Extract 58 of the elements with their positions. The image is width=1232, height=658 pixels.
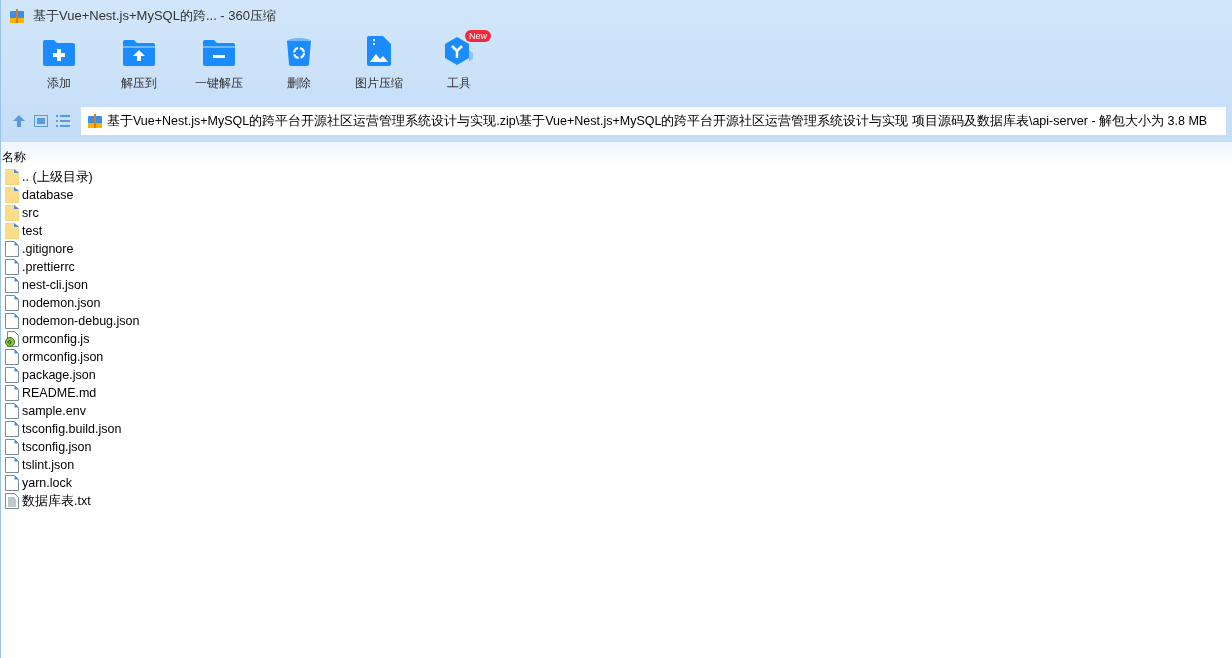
file-row[interactable]: ormconfig.json	[1, 348, 1232, 366]
toolbar-button[interactable]: 解压到	[99, 32, 179, 96]
panel-view-icon[interactable]	[33, 113, 49, 129]
file-row[interactable]: .. (上级目录)	[1, 168, 1232, 186]
folder-icon	[5, 223, 19, 239]
toolbar-button[interactable]: 删除	[259, 32, 339, 96]
file-row[interactable]: test	[1, 222, 1232, 240]
file-icon	[5, 295, 19, 311]
file-row[interactable]: package.json	[1, 366, 1232, 384]
column-header[interactable]: 名称	[1, 148, 26, 166]
folder-upload-icon	[123, 40, 155, 66]
toolbar-button[interactable]: 添加	[19, 32, 99, 96]
file-icon	[5, 313, 19, 329]
file-icon	[5, 259, 19, 275]
file-row[interactable]: 数据库表.txt	[1, 492, 1232, 510]
file-icon	[5, 277, 19, 293]
file-icon	[5, 457, 19, 473]
address-field[interactable]: 基于Vue+Nest.js+MySQL的跨平台开源社区运营管理系统设计与实现.zip\基于Vue+Nest.js+MySQL的跨平台开源社区运营管理系统设计与实现 项目源码及数据库表\api-server - 解包大小为 3.8 MB	[81, 107, 1226, 135]
file-icon	[5, 475, 19, 491]
file-row[interactable]: nodemon.json	[1, 294, 1232, 312]
new-badge: New	[465, 30, 491, 42]
file-row[interactable]: tsconfig.build.json	[1, 420, 1232, 438]
image-file-icon	[367, 36, 391, 66]
toolbar-button[interactable]: New 工具	[419, 32, 499, 96]
folder-icon	[5, 187, 19, 203]
file-icon	[5, 421, 19, 437]
recycle-bin-icon	[287, 38, 311, 66]
file-icon	[5, 439, 19, 455]
file-row[interactable]: tsconfig.json	[1, 438, 1232, 456]
folder-add-icon	[43, 40, 75, 66]
folder-icon	[5, 205, 19, 221]
script-file-icon	[5, 331, 19, 347]
file-icon	[5, 367, 19, 383]
list-view-icon[interactable]	[55, 113, 71, 129]
file-icon	[5, 349, 19, 365]
file-icon	[5, 403, 19, 419]
toolbar-button[interactable]: 一键解压	[179, 32, 259, 96]
file-icon	[5, 241, 19, 257]
window-title: 基于Vue+Nest.js+MySQL的跨... - 360压缩	[33, 7, 276, 26]
file-row[interactable]: nodemon-debug.json	[1, 312, 1232, 330]
file-row[interactable]: src	[1, 204, 1232, 222]
file-row[interactable]: yarn.lock	[1, 474, 1232, 492]
archive-icon	[9, 8, 25, 24]
toolbar-button[interactable]: 图片压缩	[339, 32, 419, 96]
file-row[interactable]: tslint.json	[1, 456, 1232, 474]
folder-icon	[5, 169, 19, 185]
folder-minus-icon	[203, 40, 235, 66]
archive-icon	[87, 113, 103, 129]
up-arrow-icon[interactable]	[11, 113, 27, 129]
file-row[interactable]: .prettierrc	[1, 258, 1232, 276]
file-row[interactable]: ormconfig.js	[1, 330, 1232, 348]
file-row[interactable]: database	[1, 186, 1232, 204]
file-row[interactable]: sample.env	[1, 402, 1232, 420]
file-row[interactable]: .gitignore	[1, 240, 1232, 258]
file-row[interactable]: nest-cli.json	[1, 276, 1232, 294]
file-row[interactable]: README.md	[1, 384, 1232, 402]
text-file-icon	[5, 493, 19, 509]
file-icon	[5, 385, 19, 401]
